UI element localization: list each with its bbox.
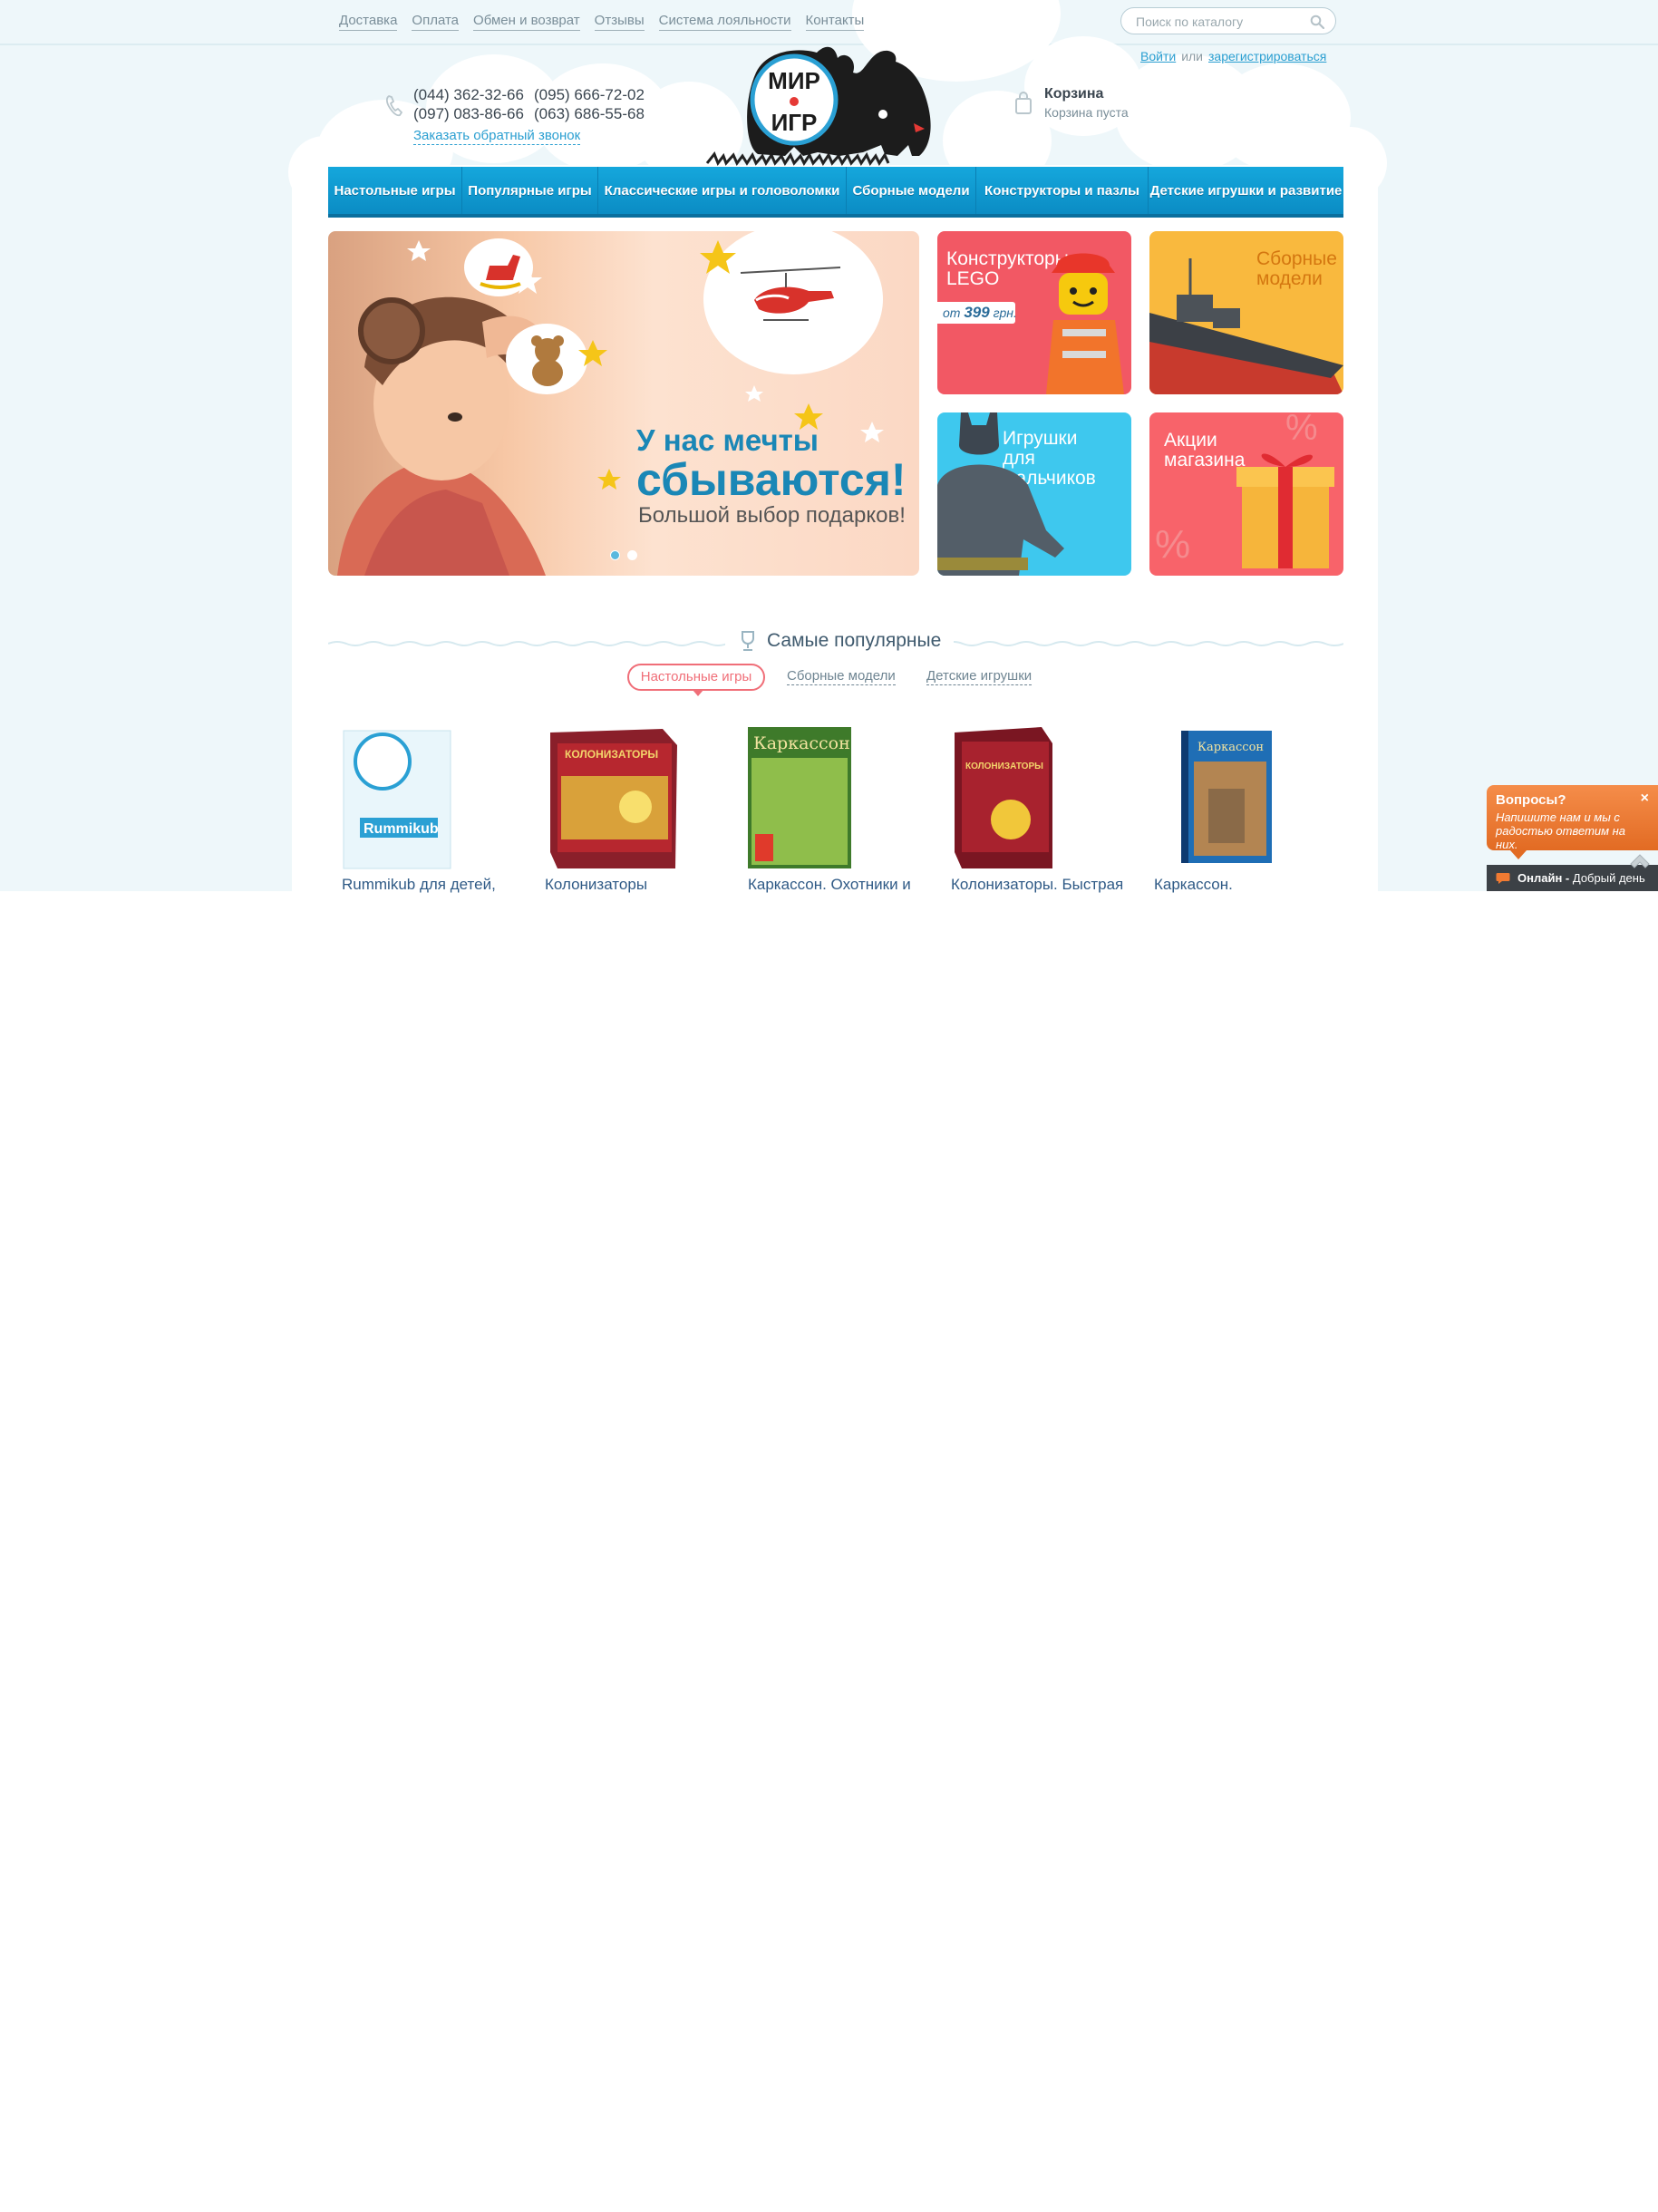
product-name[interactable]: Каркассон. [1154, 876, 1233, 894]
svg-text:%: % [1155, 522, 1190, 567]
lego-figure-illustration [1046, 253, 1124, 394]
price-prefix: от [943, 306, 961, 320]
chat-title: Вопросы? [1496, 792, 1566, 808]
product-card[interactable]: Каркассон Каркассон. [1154, 725, 1335, 894]
phone-icon [385, 95, 402, 117]
trophy-icon [742, 631, 754, 651]
search-input[interactable] [1134, 13, 1310, 31]
product-name[interactable]: Колонизаторы [545, 876, 647, 894]
svg-text:Каркассон: Каркассон [753, 733, 850, 753]
logo-dot [790, 97, 799, 106]
tab-board-games[interactable]: Настольные игры [627, 664, 765, 696]
menu-item-models[interactable]: Сборные модели [847, 167, 976, 214]
callback-link[interactable]: Заказать обратный звонок [413, 128, 581, 145]
slider-dot-1[interactable] [610, 550, 620, 560]
top-nav-exchange[interactable]: Обмен и возврат [473, 13, 580, 31]
site-logo[interactable]: МИР ИГР [703, 45, 950, 167]
menu-item-kids-toys[interactable]: Детские игрушки и развитие [1149, 167, 1343, 214]
tab-kids-toys[interactable]: Детские игрушки [926, 668, 1033, 685]
product-card[interactable]: КОЛОНИЗАТОРЫ Колонизаторы [545, 725, 726, 894]
product-name[interactable]: Колонизаторы. Быстрая [951, 876, 1123, 894]
price-currency: грн. [993, 306, 1017, 320]
svg-text:КОЛОНИЗАТОРЫ: КОЛОНИЗАТОРЫ [565, 748, 658, 761]
product-card[interactable]: КОЛОНИЗАТОРЫ Колонизаторы. Быстрая [951, 725, 1132, 894]
product-name[interactable]: Rummikub для детей, [342, 876, 496, 894]
top-nav-payment[interactable]: Оплата [412, 13, 460, 31]
lego-price-tag: от 399 грн. [937, 302, 1017, 324]
top-nav-contacts[interactable]: Контакты [805, 13, 865, 31]
register-link[interactable]: зарегистрироваться [1208, 49, 1326, 63]
slide-subtitle: Большой выбор подарков! [638, 503, 906, 528]
cart-status: Корзина пуста [1044, 105, 1129, 120]
product-image: КОЛОНИЗАТОРЫ [550, 729, 677, 868]
top-nav-loyalty[interactable]: Система лояльности [658, 13, 791, 31]
product-card[interactable]: Каркассон Каркассон. Охотники и [748, 725, 929, 894]
login-link[interactable]: Войти [1140, 49, 1176, 63]
chat-close-icon[interactable]: × [1641, 791, 1649, 807]
product-image: Rummikub [343, 730, 451, 869]
menu-item-popular-games[interactable]: Популярные игры [462, 167, 598, 214]
chat-status-online: Онлайн - [1517, 871, 1570, 885]
auth-or-text: или [1181, 49, 1203, 63]
logo-text-bottom: ИГР [771, 109, 818, 136]
phone-number: (044) 362-32-66 [413, 86, 524, 103]
chat-text: Напишите нам и мы с радостью ответим на … [1496, 810, 1626, 851]
logo-grass [705, 151, 890, 167]
logo-eye [878, 110, 887, 119]
popular-title: Самые популярные [767, 630, 942, 651]
batman-illustration [937, 412, 1064, 576]
product-image: КОЛОНИЗАТОРЫ [955, 727, 1052, 868]
product-image: Каркассон [1181, 731, 1272, 863]
price-value: 399 [964, 304, 990, 321]
phone-number: (095) 666-72-02 [534, 86, 645, 103]
scroll-top-icon[interactable] [1629, 852, 1651, 874]
hero-slider[interactable]: У нас мечты сбываются! Большой выбор под… [328, 231, 919, 576]
menu-item-board-games[interactable]: Настольные игры [328, 167, 462, 214]
product-name[interactable]: Каркассон. Охотники и [748, 876, 911, 894]
top-nav-reviews[interactable]: Отзывы [594, 13, 645, 31]
slide-headline-line2: сбываются! [636, 454, 907, 505]
promo-tile-boys-toys[interactable]: Игрушки для мальчиков [937, 412, 1131, 576]
battleship-illustration [1149, 258, 1343, 394]
menu-item-classic-games[interactable]: Классические игры и головоломки [598, 167, 847, 214]
search-box [1120, 7, 1336, 34]
promo-tile-models[interactable]: Сборные модели [1149, 231, 1343, 394]
main-menu: Настольные игры Популярные игры Классиче… [328, 167, 1343, 218]
chat-widget: Вопросы? Напишите нам и мы с радостью от… [1487, 785, 1658, 891]
chat-bubble-icon [1496, 873, 1510, 884]
popular-header: Самые популярные [725, 626, 955, 656]
gift-box-illustration: % % [1155, 412, 1334, 568]
slider-dot-2[interactable] [627, 550, 637, 560]
phone-numbers: (044) 362-32-66 (095) 666-72-02 (097) 083… [413, 85, 654, 123]
chat-invite-bubble[interactable]: Вопросы? Напишите нам и мы с радостью от… [1487, 785, 1658, 859]
auth-links: Войти или зарегистрироваться [1140, 49, 1326, 63]
promo-tile-lego[interactable]: Конструкторы LEGO от 399 грн. [937, 231, 1131, 394]
logo-text-top: МИР [768, 67, 820, 94]
product-image: Каркассон [748, 727, 851, 868]
top-nav: Доставка Оплата Обмен и возврат Отзывы С… [339, 13, 865, 31]
phone-number: (097) 083-86-66 [413, 105, 524, 122]
svg-text:КОЛОНИЗАТОРЫ: КОЛОНИЗАТОРЫ [965, 762, 1043, 771]
tab-models[interactable]: Сборные модели [787, 668, 896, 685]
svg-text:Rummikub: Rummikub [364, 821, 439, 837]
svg-text:%: % [1285, 412, 1318, 448]
top-nav-delivery[interactable]: Доставка [339, 13, 398, 31]
promo-tile-sale[interactable]: Акции магазина % % [1149, 412, 1343, 576]
menu-item-constructors[interactable]: Конструкторы и пазлы [976, 167, 1149, 214]
product-card[interactable]: Rummikub Rummikub для детей, [342, 725, 523, 894]
cart-title[interactable]: Корзина [1044, 86, 1103, 102]
phone-number: (063) 686-55-68 [534, 105, 645, 122]
search-icon[interactable] [1310, 15, 1324, 29]
svg-text:Каркассон: Каркассон [1197, 741, 1264, 754]
cart-icon[interactable] [1013, 91, 1033, 116]
